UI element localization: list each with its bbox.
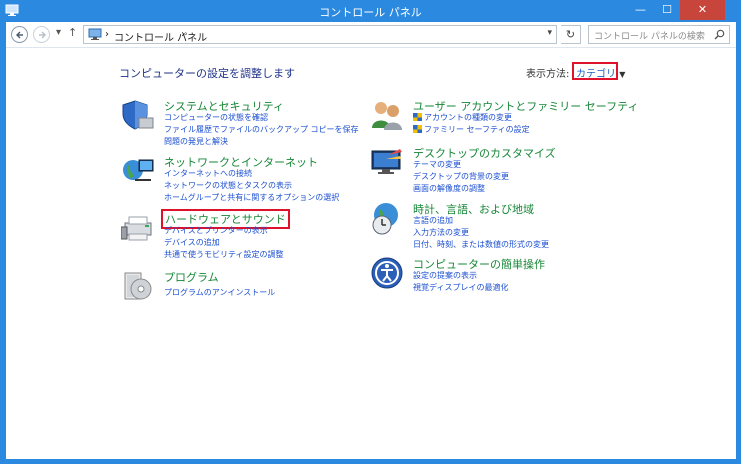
address-bar[interactable]: › コントロール パネル › ▾ bbox=[83, 25, 557, 44]
breadcrumb-separator-end[interactable]: › bbox=[181, 29, 185, 40]
link-file-history-backup[interactable]: ファイル履歴でファイルのバックアップ コピーを保存 bbox=[164, 124, 359, 135]
link-adjust-resolution[interactable]: 画面の解像度の調整 bbox=[413, 183, 485, 194]
link-change-desktop-background[interactable]: デスクトップの背景の変更 bbox=[413, 171, 509, 182]
appearance-icon[interactable] bbox=[370, 145, 404, 179]
link-mobility-settings[interactable]: 共通で使うモビリティ設定の調整 bbox=[164, 249, 284, 260]
minimize-button[interactable]: — bbox=[627, 0, 654, 20]
link-change-theme[interactable]: テーマの変更 bbox=[413, 159, 461, 170]
control-panel-icon bbox=[88, 28, 102, 40]
up-button[interactable]: ↑ bbox=[68, 26, 77, 39]
system-security-icon[interactable] bbox=[121, 98, 155, 132]
link-homegroup-sharing-options[interactable]: ホームグループと共有に関するオプションの選択 bbox=[164, 192, 339, 203]
category-appearance: デスクトップのカスタマイズ テーマの変更 デスクトップの背景の変更 画面の解像度… bbox=[370, 145, 610, 195]
uac-shield-icon bbox=[413, 125, 422, 133]
link-uninstall-program[interactable]: プログラムのアンインストール bbox=[164, 287, 275, 298]
refresh-button[interactable]: ↻ bbox=[561, 25, 581, 44]
view-by-label: 表示方法: bbox=[526, 69, 570, 80]
maximize-button[interactable]: ☐ bbox=[654, 0, 680, 20]
main-content: コンピューターの設定を調整します 表示方法: カテゴリ ▼ システムとセキュリテ… bbox=[6, 48, 736, 459]
chevron-down-icon: ▼ bbox=[619, 70, 626, 79]
link-check-computer-status[interactable]: コンピューターの状態を確認 bbox=[164, 112, 268, 123]
category-ease-of-access: コンピューターの簡単操作 設定の提案の表示 視覚ディスプレイの最適化 bbox=[370, 256, 610, 296]
link-change-account-type[interactable]: アカウントの種類の変更 bbox=[424, 112, 512, 123]
search-input[interactable]: コントロール パネルの検索 bbox=[588, 25, 730, 44]
view-by-dropdown[interactable]: カテゴリ ▼ bbox=[572, 62, 625, 80]
search-placeholder: コントロール パネルの検索 bbox=[594, 32, 705, 42]
address-history-dropdown[interactable]: ▾ bbox=[547, 28, 552, 38]
back-arrow-icon bbox=[16, 31, 23, 39]
recent-locations-icon[interactable]: ▾ bbox=[56, 27, 61, 38]
breadcrumb-separator[interactable]: › bbox=[105, 29, 109, 40]
search-icon[interactable] bbox=[714, 29, 725, 40]
title-bar[interactable]: コントロール パネル — ☐ ✕ bbox=[0, 0, 741, 22]
forward-button[interactable] bbox=[33, 26, 50, 43]
user-accounts-icon[interactable] bbox=[370, 98, 404, 132]
navigation-bar: ▾ ↑ › コントロール パネル › ▾ ↻ コントロール パネルの検索 bbox=[6, 22, 736, 48]
page-heading: コンピューターの設定を調整します bbox=[119, 67, 295, 80]
link-view-suggested-settings[interactable]: 設定の提案の表示 bbox=[413, 270, 477, 281]
network-icon[interactable] bbox=[121, 154, 155, 188]
ease-of-access-icon[interactable] bbox=[370, 256, 404, 290]
clock-region-icon[interactable] bbox=[370, 201, 404, 235]
category-system-security: システムとセキュリティ コンピューターの状態を確認 ファイル履歴でファイルのバッ… bbox=[121, 98, 359, 148]
category-hardware-sound: ハードウェアとサウンド デバイスとプリンターの表示 デバイスの追加 共通で使うモ… bbox=[121, 209, 351, 261]
close-button[interactable]: ✕ bbox=[680, 0, 725, 20]
link-add-language[interactable]: 言語の追加 bbox=[413, 215, 453, 226]
link-change-date-time-format[interactable]: 日付、時刻、または数値の形式の変更 bbox=[413, 239, 549, 250]
category-title-programs[interactable]: プログラム bbox=[164, 269, 219, 285]
link-find-fix-problems[interactable]: 問題の発見と解決 bbox=[164, 136, 228, 147]
forward-arrow-icon bbox=[39, 31, 46, 39]
category-clock-region: 時計、言語、および地域 言語の追加 入力方法の変更 日付、時刻、または数値の形式… bbox=[370, 201, 610, 251]
link-connect-internet[interactable]: インターネットへの接続 bbox=[164, 168, 252, 179]
uac-shield-icon bbox=[413, 113, 422, 121]
control-panel-window: コントロール パネル — ☐ ✕ ▾ ↑ › コントロール パネル › ▾ ↻ … bbox=[0, 0, 741, 464]
breadcrumb-control-panel[interactable]: コントロール パネル bbox=[114, 29, 207, 44]
link-change-input-method[interactable]: 入力方法の変更 bbox=[413, 227, 469, 238]
link-optimize-visual-display[interactable]: 視覚ディスプレイの最適化 bbox=[413, 282, 508, 293]
programs-icon[interactable] bbox=[121, 269, 155, 303]
link-family-safety[interactable]: ファミリー セーフティの設定 bbox=[424, 124, 530, 135]
hardware-sound-icon[interactable] bbox=[121, 211, 155, 245]
link-network-status-tasks[interactable]: ネットワークの状態とタスクの表示 bbox=[164, 180, 292, 191]
category-user-accounts: ユーザー アカウントとファミリー セーフティ アカウントの種類の変更 ファミリー… bbox=[370, 98, 638, 138]
category-network-internet: ネットワークとインターネット インターネットへの接続 ネットワークの状態とタスク… bbox=[121, 154, 351, 204]
link-add-device[interactable]: デバイスの追加 bbox=[164, 237, 220, 248]
view-by-value: カテゴリ bbox=[576, 69, 616, 80]
back-button[interactable] bbox=[11, 26, 28, 43]
link-devices-printers[interactable]: デバイスとプリンターの表示 bbox=[164, 225, 268, 236]
category-programs: プログラム プログラムのアンインストール bbox=[121, 269, 351, 303]
